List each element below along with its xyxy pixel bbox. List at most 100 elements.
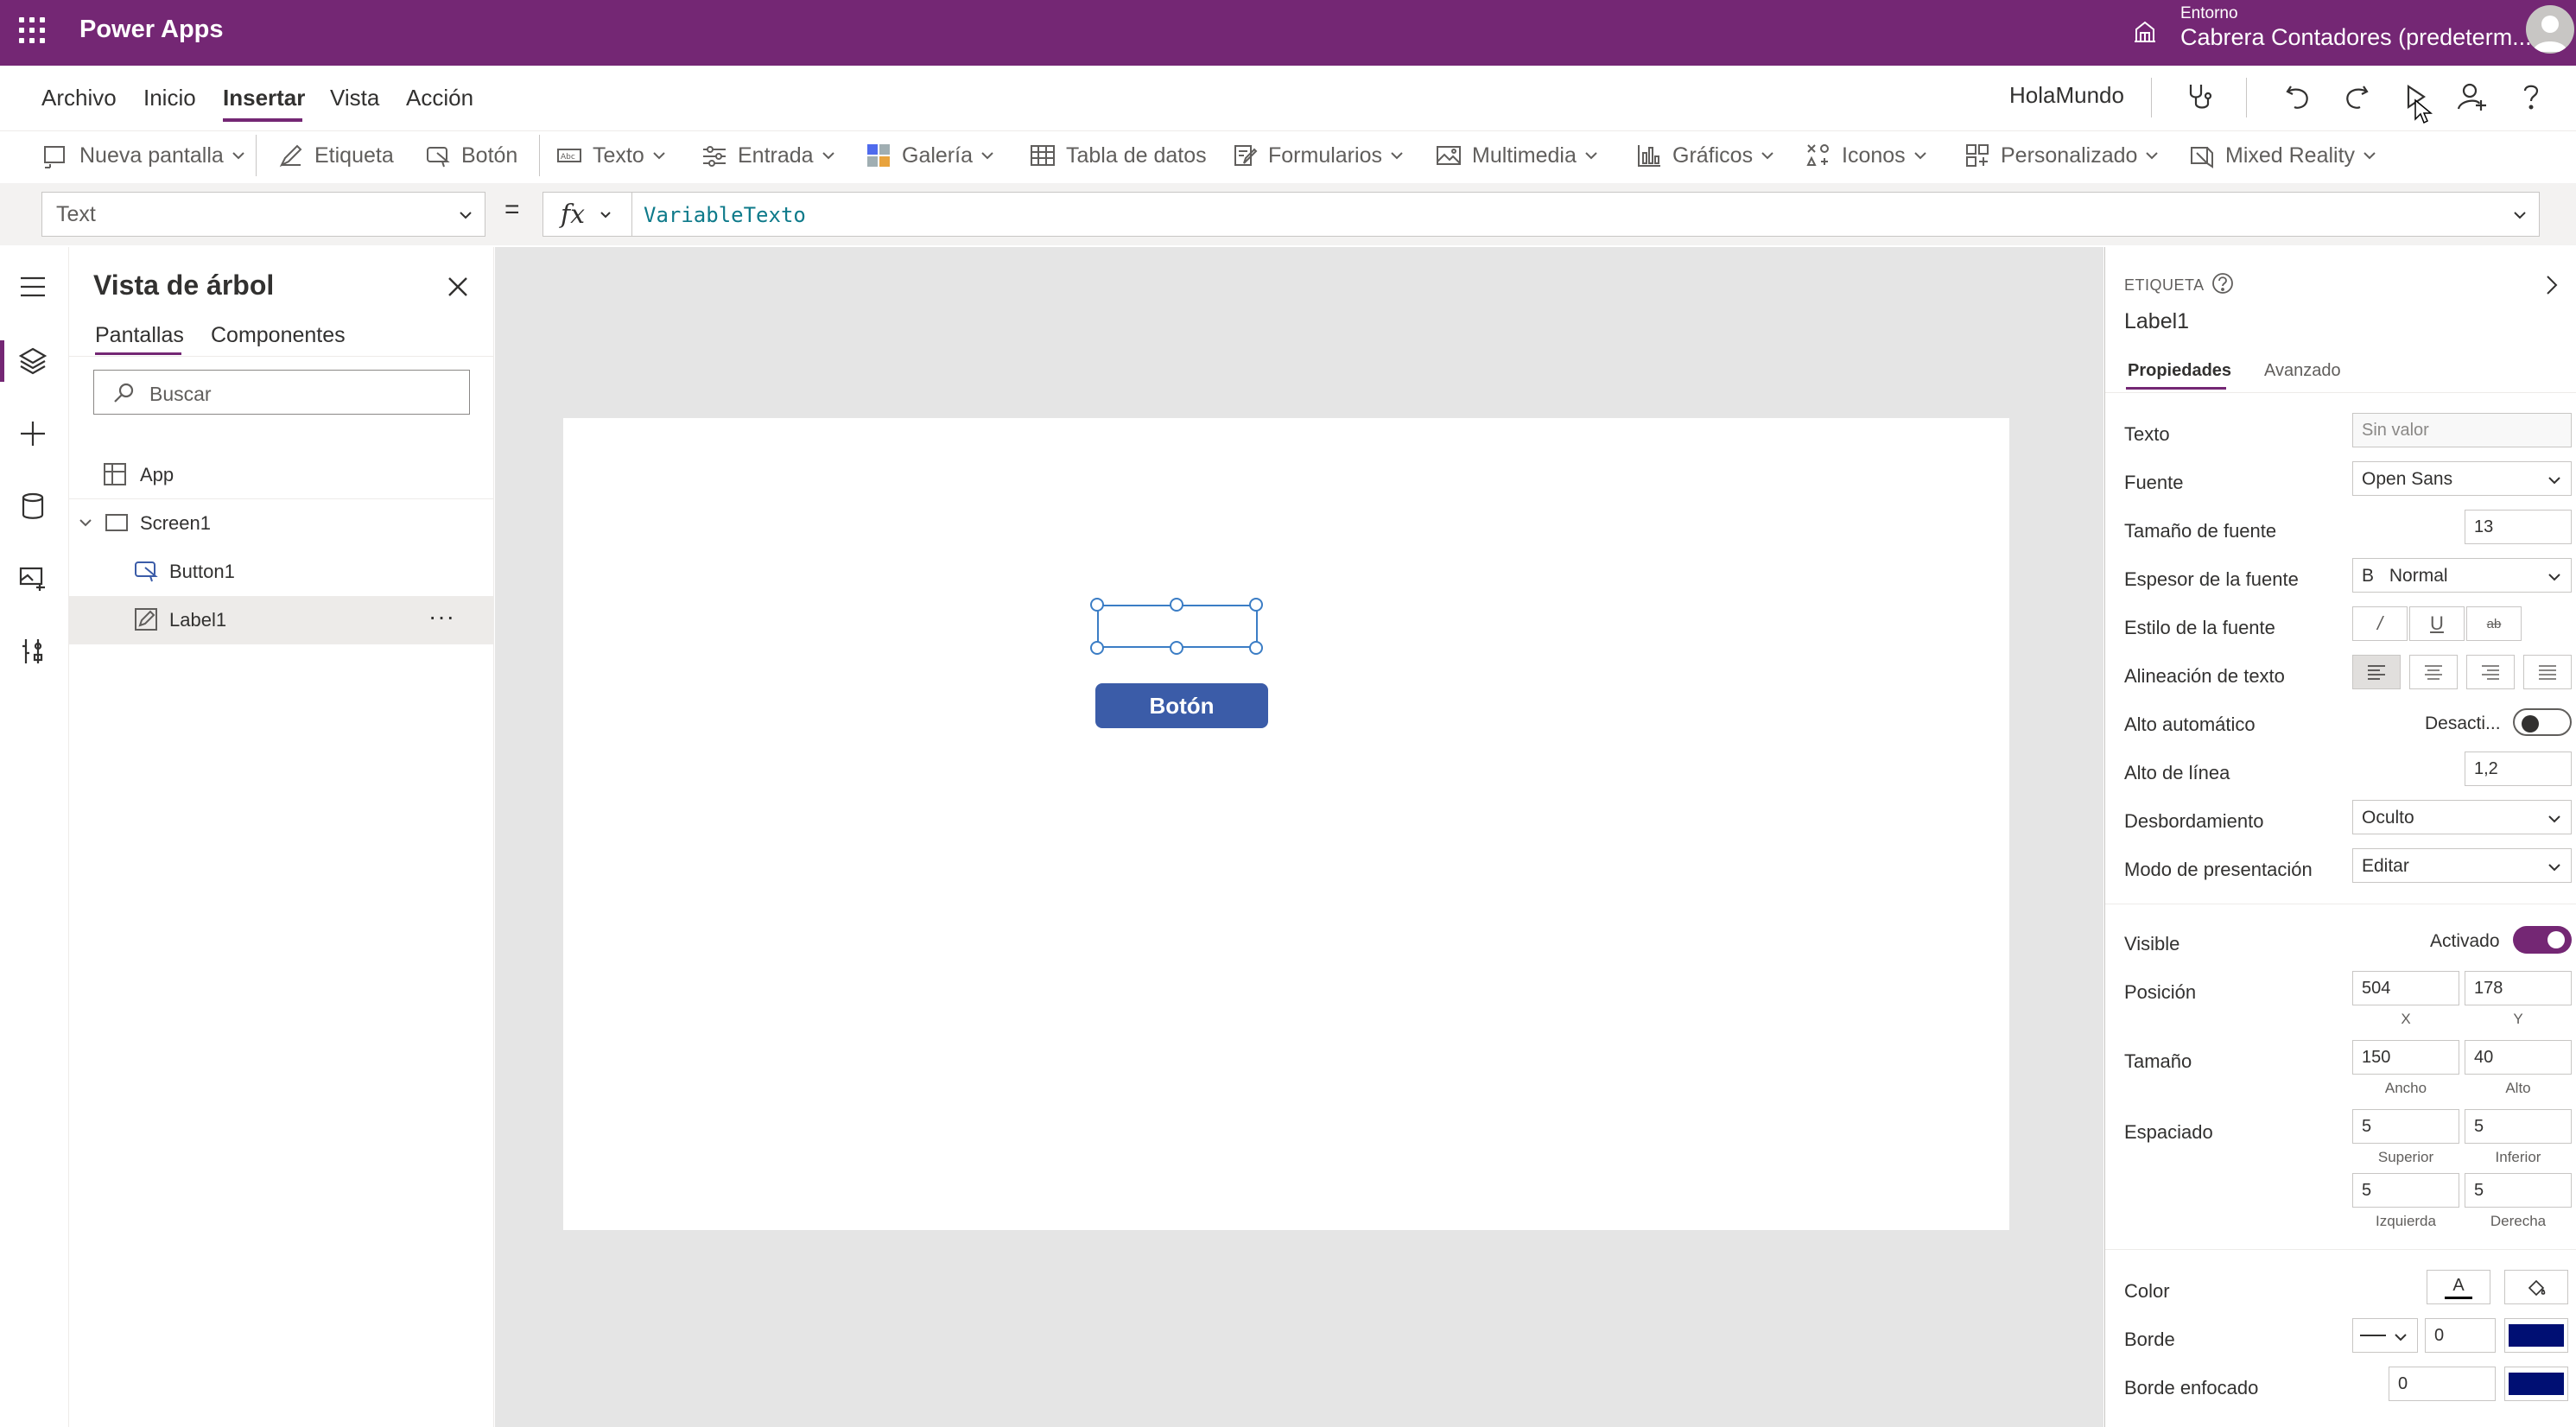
ribbon-text[interactable]: Abc Texto [556,138,667,173]
resize-handle[interactable] [1170,598,1183,612]
border-style-dropdown[interactable] [2352,1318,2418,1353]
tree-node-label: Label1 [169,609,227,631]
prop-tamano-ancho[interactable]: 150 [2352,1040,2459,1075]
fx-icon[interactable]: fx [561,200,585,230]
prop-alto-linea-input[interactable]: 1,2 [2465,752,2572,786]
fill-color-picker[interactable] [2504,1270,2568,1304]
resize-handle[interactable] [1090,641,1104,655]
tab-componentes[interactable]: Componentes [211,323,346,348]
more-options-icon[interactable]: ··· [428,603,455,631]
charts-icon [1638,145,1660,167]
prop-fuente-dropdown[interactable]: Open Sans [2352,461,2572,496]
prop-espaciado-izquierda[interactable]: 5 [2352,1173,2459,1208]
redo-icon[interactable] [2339,79,2374,114]
text-color-picker[interactable]: A [2427,1270,2490,1304]
align-justify-button[interactable] [2523,655,2572,689]
tab-pantallas[interactable]: Pantallas [95,323,184,348]
resize-handle[interactable] [1249,641,1263,655]
tree-node-app[interactable]: App [69,451,494,499]
tree-view-layers-icon[interactable] [16,344,50,378]
help-circle-icon[interactable] [2211,271,2235,295]
alto-auto-toggle[interactable] [2513,708,2572,736]
espaciado-inferior-caption: Inferior [2495,1149,2541,1165]
prop-espaciado-inferior[interactable]: 5 [2465,1109,2572,1144]
ribbon-media[interactable]: Multimedia [1436,138,1599,173]
app-name[interactable]: HolaMundo [2009,82,2124,109]
ribbon-charts[interactable]: Gráficos [1636,138,1775,173]
prop-posicion-y[interactable]: 178 [2465,971,2572,1005]
ribbon-mixed-reality[interactable]: Mixed Reality [2189,138,2377,173]
formula-input[interactable]: fx VariableTexto [542,192,2540,237]
menu-inicio[interactable]: Inicio [143,85,196,111]
visible-toggle[interactable] [2513,926,2572,954]
advanced-tools-icon[interactable] [16,634,50,669]
prop-espaciado-derecha[interactable]: 5 [2465,1173,2572,1208]
prop-borde-enfocado-input[interactable]: 0 [2389,1367,2496,1401]
menu-accion[interactable]: Acción [406,85,473,111]
prop-espesor-dropdown[interactable]: B Normal [2352,558,2572,593]
canvas-button1[interactable]: Botón [1095,683,1268,728]
prop-tamano-fuente-input[interactable]: 13 [2465,510,2572,544]
undo-icon[interactable] [2281,79,2315,114]
menu-archivo[interactable]: Archivo [41,85,117,111]
forms-icon [1234,145,1258,166]
align-right-button[interactable] [2466,655,2515,689]
data-database-icon[interactable] [16,489,50,523]
tab-avanzado[interactable]: Avanzado [2264,361,2341,381]
app-launcher-icon[interactable] [19,17,45,43]
resize-handle[interactable] [1249,598,1263,612]
mouse-cursor-icon [2414,98,2433,124]
app-checker-icon[interactable] [2184,79,2218,114]
ribbon-input[interactable]: Entrada [701,138,836,173]
tree-node-screen1[interactable]: Screen1 [69,499,494,548]
ribbon-new-screen[interactable]: Nueva pantalla [41,138,246,173]
prop-espaciado-superior[interactable]: 5 [2352,1109,2459,1144]
tab-propiedades[interactable]: Propiedades [2128,361,2231,381]
tamano-alto-caption: Alto [2505,1080,2531,1096]
formula-text[interactable]: VariableTexto [644,203,806,227]
prop-borde-input[interactable]: 0 [2425,1318,2496,1353]
tree-search-input[interactable]: Buscar [93,370,470,415]
environment-name[interactable]: Cabrera Contadores (predeterm... [2180,24,2532,51]
hamburger-menu-icon[interactable] [16,270,50,304]
ribbon-media-label: Multimedia [1472,143,1577,168]
ribbon-data-table[interactable]: Tabla de datos [1030,138,1207,173]
insert-plus-icon[interactable] [16,416,50,451]
align-left-button[interactable] [2352,655,2401,689]
property-selector-value: Text [56,202,96,226]
resize-handle[interactable] [1170,641,1183,655]
user-avatar[interactable] [2526,5,2574,54]
resize-handle[interactable] [1090,598,1104,612]
chevron-right-icon[interactable] [2541,273,2561,297]
align-center-button[interactable] [2409,655,2458,689]
control-name[interactable]: Label1 [2124,309,2189,334]
prop-tamano-alto[interactable]: 40 [2465,1040,2572,1075]
property-selector[interactable]: Text [41,192,485,237]
ribbon-gallery[interactable]: Galería [866,138,995,173]
tree-node-label1[interactable]: Label1 ··· [69,596,494,644]
close-icon[interactable] [442,271,473,302]
screen1-canvas[interactable] [563,418,2009,1230]
share-icon[interactable] [2455,79,2490,114]
prop-posicion-x[interactable]: 504 [2352,971,2459,1005]
border-color-picker[interactable] [2504,1318,2568,1353]
ribbon-icons[interactable]: Iconos [1805,138,1928,173]
media-icon[interactable] [16,561,50,596]
ribbon-label[interactable]: Etiqueta [278,138,394,173]
ribbon-custom[interactable]: Personalizado [1964,138,2160,173]
strikethrough-button[interactable]: ab [2466,606,2522,641]
prop-texto-input[interactable]: Sin valor [2352,413,2572,447]
focused-border-color-picker[interactable] [2504,1367,2568,1401]
italic-button[interactable]: / [2352,606,2408,641]
ribbon-button[interactable]: Botón [425,138,517,173]
prop-desbordamiento-dropdown[interactable]: Oculto [2352,800,2572,834]
tree-node-button1[interactable]: Button1 [69,548,494,596]
prop-modo-dropdown[interactable]: Editar [2352,848,2572,883]
help-icon[interactable] [2514,79,2548,114]
ribbon-forms[interactable]: Formularios [1232,138,1405,173]
menu-insertar[interactable]: Insertar [223,85,305,111]
underline-button[interactable]: U [2409,606,2465,641]
environment-icon[interactable] [2131,17,2159,45]
menu-vista[interactable]: Vista [330,85,379,111]
app-title[interactable]: Power Apps [79,16,224,44]
